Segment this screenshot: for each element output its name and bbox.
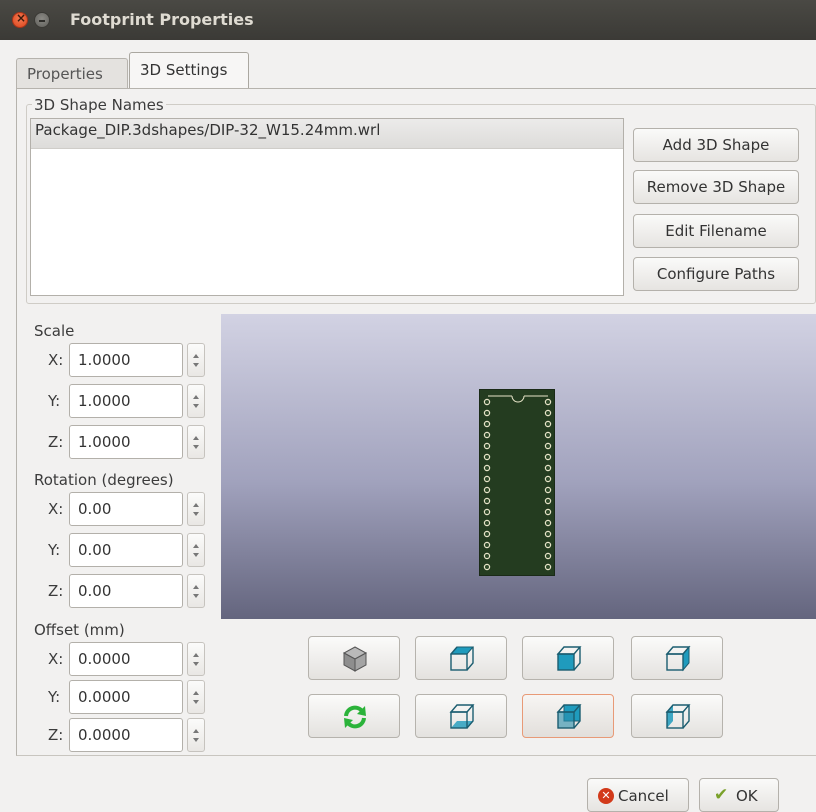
offset-y-input[interactable]: 0.0000: [69, 680, 183, 714]
footprint-pads-graphic: [483, 395, 552, 571]
scale-x-input[interactable]: 1.0000: [69, 343, 183, 377]
rotation-x-input[interactable]: 0.00: [69, 492, 183, 526]
pad: [544, 475, 552, 483]
offset-z-label: Z:: [48, 726, 64, 744]
dip-footprint-model: [479, 389, 555, 576]
pad: [483, 563, 491, 571]
scale-y-label: Y:: [48, 392, 61, 410]
view-back-button[interactable]: [522, 694, 614, 738]
pad: [483, 398, 491, 406]
pad: [544, 563, 552, 571]
view-3d-button[interactable]: [308, 636, 400, 680]
scale-y-stepper[interactable]: [187, 384, 205, 418]
view-front-button[interactable]: [522, 636, 614, 680]
pad: [483, 552, 491, 560]
view-left-button[interactable]: [631, 694, 723, 738]
configure-paths-button[interactable]: Configure Paths: [633, 257, 799, 291]
offset-z-stepper[interactable]: [187, 718, 205, 752]
scale-z-stepper[interactable]: [187, 425, 205, 459]
window-title: Footprint Properties: [70, 10, 254, 29]
pad: [483, 508, 491, 516]
pad: [544, 552, 552, 560]
pad: [544, 530, 552, 538]
pad: [483, 497, 491, 505]
list-item[interactable]: Package_DIP.3dshapes/DIP-32_W15.24mm.wrl: [31, 119, 623, 149]
shape-names-group-title: 3D Shape Names: [32, 96, 166, 114]
pad: [483, 541, 491, 549]
pad: [544, 453, 552, 461]
pad: [483, 420, 491, 428]
pad: [483, 453, 491, 461]
rotation-y-label: Y:: [48, 541, 61, 559]
ok-button[interactable]: ✔ OK: [699, 778, 779, 812]
title-bar: × Footprint Properties: [0, 0, 816, 40]
pad: [544, 464, 552, 472]
tab-properties[interactable]: Properties: [16, 58, 128, 88]
view-bottom-icon: [449, 704, 475, 729]
cancel-icon: ✕: [598, 788, 614, 804]
scale-label: Scale: [34, 322, 75, 340]
pad: [544, 519, 552, 527]
pad: [483, 519, 491, 527]
pad: [544, 508, 552, 516]
view-back-icon: [556, 704, 582, 729]
view-left-icon: [665, 704, 691, 729]
pad: [483, 409, 491, 417]
scale-z-label: Z:: [48, 433, 64, 451]
scale-x-label: X:: [48, 351, 64, 369]
rotation-label: Rotation (degrees): [34, 471, 174, 489]
pad: [483, 475, 491, 483]
offset-x-stepper[interactable]: [187, 642, 205, 676]
rotation-x-stepper[interactable]: [187, 492, 205, 526]
pad: [483, 464, 491, 472]
view-top-icon: [449, 646, 475, 671]
pad: [483, 431, 491, 439]
pad: [483, 442, 491, 450]
checkmark-icon: ✔: [714, 785, 729, 805]
view-front-icon: [556, 646, 582, 671]
shape-list[interactable]: Package_DIP.3dshapes/DIP-32_W15.24mm.wrl: [30, 118, 624, 296]
offset-label: Offset (mm): [34, 621, 125, 639]
rotation-y-input[interactable]: 0.00: [69, 533, 183, 567]
cancel-button-label: Cancel: [618, 787, 669, 805]
scale-z-input[interactable]: 1.0000: [69, 425, 183, 459]
reload-button[interactable]: [308, 694, 400, 738]
pad: [544, 398, 552, 406]
tab-3d-settings[interactable]: 3D Settings: [129, 52, 249, 88]
add-3d-shape-button[interactable]: Add 3D Shape: [633, 128, 799, 162]
ok-button-label: OK: [736, 787, 758, 805]
scale-x-stepper[interactable]: [187, 343, 205, 377]
rotation-z-stepper[interactable]: [187, 574, 205, 608]
pad: [544, 409, 552, 417]
offset-x-label: X:: [48, 650, 64, 668]
offset-x-input[interactable]: 0.0000: [69, 642, 183, 676]
edit-filename-button[interactable]: Edit Filename: [633, 214, 799, 248]
rotation-z-label: Z:: [48, 582, 64, 600]
pad: [544, 420, 552, 428]
pad: [544, 541, 552, 549]
rotation-y-stepper[interactable]: [187, 533, 205, 567]
remove-3d-shape-button[interactable]: Remove 3D Shape: [633, 170, 799, 204]
pad: [483, 486, 491, 494]
offset-y-stepper[interactable]: [187, 680, 205, 714]
minimize-icon[interactable]: [34, 12, 50, 28]
offset-z-input[interactable]: 0.0000: [69, 718, 183, 752]
scale-y-input[interactable]: 1.0000: [69, 384, 183, 418]
pad: [544, 486, 552, 494]
close-icon[interactable]: ×: [12, 11, 28, 28]
reload-icon: [344, 705, 366, 729]
pad: [544, 442, 552, 450]
view-right-button[interactable]: [631, 636, 723, 680]
offset-y-label: Y:: [48, 688, 61, 706]
view-3d-icon: [342, 646, 368, 672]
pad: [544, 431, 552, 439]
view-bottom-button[interactable]: [415, 694, 507, 738]
view-top-button[interactable]: [415, 636, 507, 680]
rotation-z-input[interactable]: 0.00: [69, 574, 183, 608]
pad: [483, 530, 491, 538]
cancel-button[interactable]: ✕ Cancel: [587, 778, 689, 812]
rotation-x-label: X:: [48, 500, 64, 518]
pad: [544, 497, 552, 505]
view-right-icon: [665, 645, 691, 672]
